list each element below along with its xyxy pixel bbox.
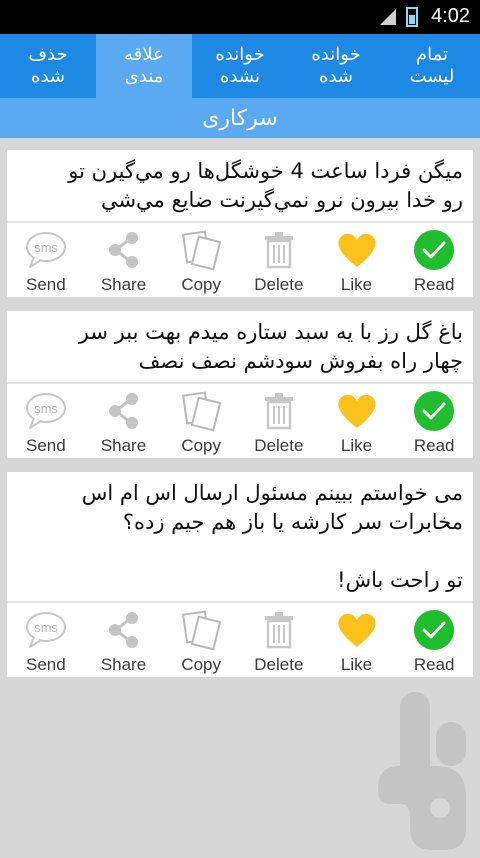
message-text: باغ گل رز با یه سبد ستاره میدم بهت ببر س… [78,320,463,373]
copy-label: Copy [181,655,222,674]
copy-button[interactable]: Copy [162,603,240,677]
copy-icon [179,229,223,271]
check-circle-icon [412,609,456,651]
message-actions: sms Send Share Copy Delete Like Read [7,384,473,458]
delete-label: Delete [254,275,304,294]
like-label: Like [340,655,373,674]
read-label: Read [413,436,455,455]
sms-icon: sms [24,609,68,651]
read-button[interactable]: Read [395,603,473,677]
page-title: سرکاری [0,98,480,138]
message-card: می خواستم ببینم مسئول ارسال اس ام اس مخا… [7,472,473,677]
delete-label: Delete [254,655,304,674]
delete-button[interactable]: Delete [240,603,318,677]
tab-deleted[interactable]: حذف شده [0,34,96,98]
tab-all-list[interactable]: تمام لیست [384,34,480,98]
message-text: ميگن فردا ساعت 4 خوشگل‌ها رو مي‌گيرن تو … [68,159,463,212]
copy-button[interactable]: Copy [162,223,240,297]
tab-read[interactable]: خوانده شده [288,34,384,98]
read-label: Read [413,275,455,294]
like-label: Like [340,275,373,294]
share-button[interactable]: Share [85,384,163,458]
heart-icon [335,609,379,651]
tab-favorites[interactable]: علاقه مندی [96,34,192,98]
share-label: Share [100,436,147,455]
send-button[interactable]: sms Send [7,603,85,677]
share-button[interactable]: Share [85,223,163,297]
copy-icon [179,609,223,651]
share-icon [102,229,146,271]
message-actions: sms Send Share Copy Delete Like Read [7,603,473,677]
like-label: Like [340,436,373,455]
status-bar: 4:02 [0,0,480,34]
trash-icon [257,229,301,271]
delete-label: Delete [254,436,304,455]
watermark-logo [370,688,480,854]
copy-button[interactable]: Copy [162,384,240,458]
sms-icon: sms [24,390,68,432]
like-button[interactable]: Like [318,603,396,677]
share-label: Share [100,655,147,674]
like-button[interactable]: Like [318,384,396,458]
signal-icon [380,9,396,25]
heart-icon [335,229,379,271]
delete-button[interactable]: Delete [240,223,318,297]
send-label: Send [25,655,66,674]
status-time: 4:02 [431,5,470,27]
message-card: باغ گل رز با یه سبد ستاره میدم بهت ببر س… [7,311,473,458]
copy-icon [179,390,223,432]
delete-button[interactable]: Delete [240,384,318,458]
heart-icon [335,390,379,432]
send-button[interactable]: sms Send [7,223,85,297]
tab-bar: تمام لیست خوانده شده خوانده نشده علاقه م… [0,34,480,98]
like-button[interactable]: Like [318,223,396,297]
message-list: ميگن فردا ساعت 4 خوشگل‌ها رو مي‌گيرن تو … [7,150,473,691]
read-button[interactable]: Read [395,223,473,297]
share-icon [102,390,146,432]
check-circle-icon [412,390,456,432]
message-text: می خواستم ببینم مسئول ارسال اس ام اس مخا… [81,481,463,592]
trash-icon [257,609,301,651]
message-card: ميگن فردا ساعت 4 خوشگل‌ها رو مي‌گيرن تو … [7,150,473,297]
read-button[interactable]: Read [395,384,473,458]
copy-label: Copy [181,436,222,455]
svg-text:sms: sms [34,401,58,416]
send-button[interactable]: sms Send [7,384,85,458]
tab-unread[interactable]: خوانده نشده [192,34,288,98]
check-circle-icon [412,229,456,271]
message-actions: sms Send Share Copy Delete Like Read [7,223,473,297]
send-label: Send [25,275,66,294]
svg-text:sms: sms [34,620,58,635]
share-label: Share [100,275,147,294]
share-icon [102,609,146,651]
trash-icon [257,390,301,432]
sms-icon: sms [24,229,68,271]
battery-icon [406,7,418,27]
send-label: Send [25,436,66,455]
share-button[interactable]: Share [85,603,163,677]
read-label: Read [413,655,455,674]
svg-text:sms: sms [34,240,58,255]
copy-label: Copy [181,275,222,294]
